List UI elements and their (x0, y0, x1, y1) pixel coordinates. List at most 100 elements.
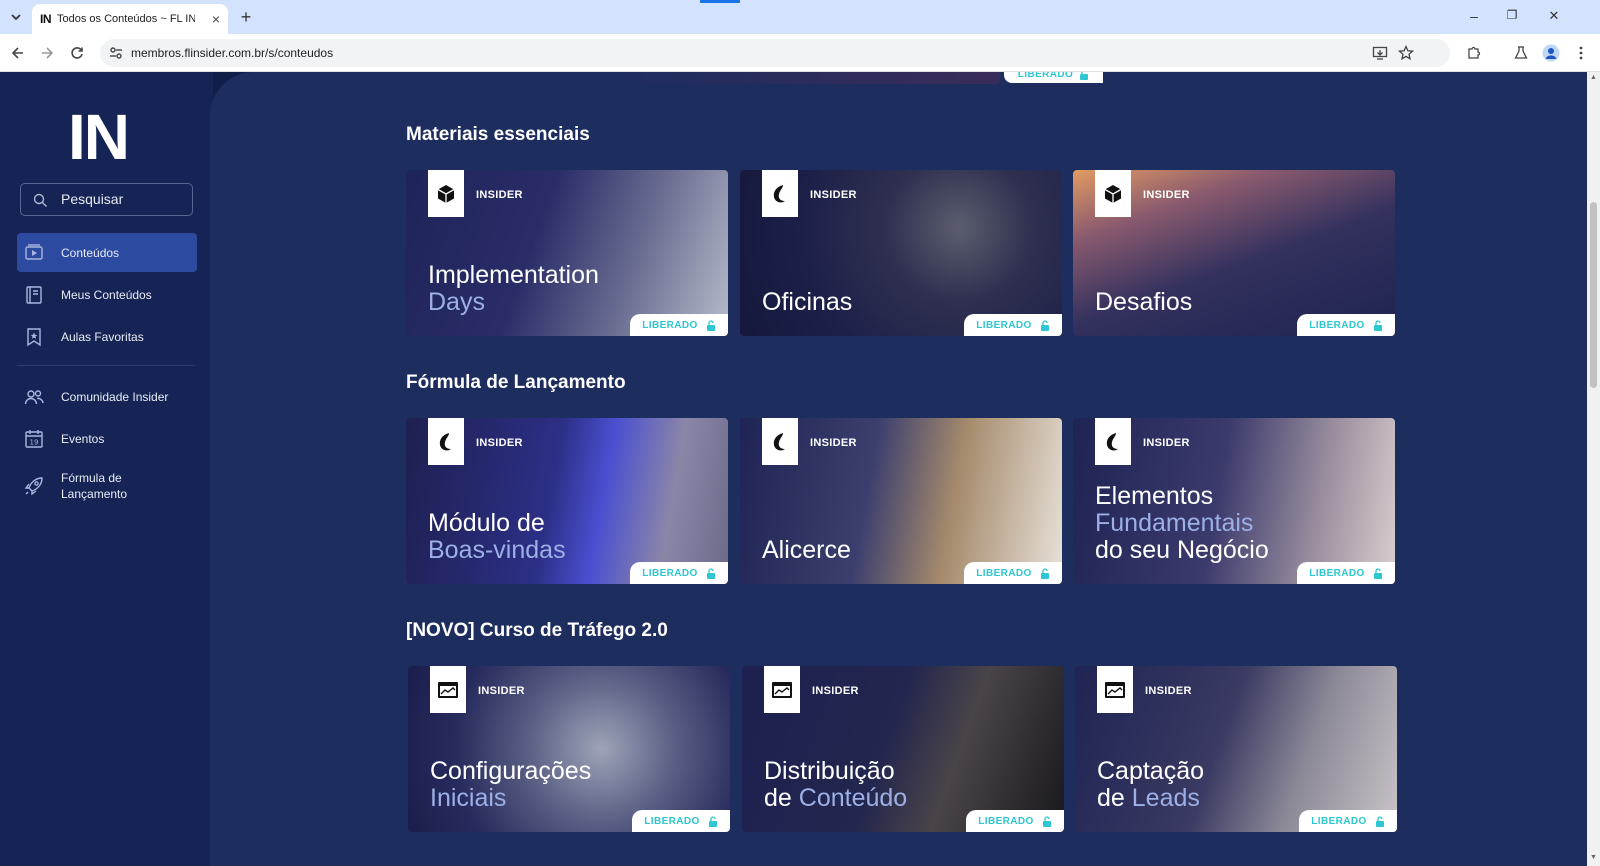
sidebar-item-label: Eventos (61, 431, 105, 446)
card-brand: INSIDER (476, 189, 523, 201)
course-card[interactable]: INSIDER Alicerce LIBERADO (740, 418, 1062, 584)
status-label: LIBERADO (976, 567, 1032, 579)
card-title-line: Implementation (428, 261, 599, 289)
card-title-line: Configurações (430, 757, 592, 785)
browser-chart-icon (1105, 681, 1125, 698)
unlock-icon (1080, 72, 1089, 80)
card-title-text: Leads (1131, 784, 1200, 812)
browser-tab-active[interactable]: IN Todos os Conteúdos ~ FL INSIDER × (32, 4, 228, 34)
course-card[interactable]: INSIDER Elementos Fundamentais do seu Ne… (1073, 418, 1395, 584)
sidebar-item-formula-de-lancamento[interactable]: Fórmula de Lançamento (17, 466, 197, 506)
card-title: Oficinas (762, 289, 852, 316)
play-video-icon (25, 243, 43, 260)
site-info-icon[interactable] (108, 45, 124, 61)
course-card[interactable]: INSIDER Implementation Days LIBERADO (406, 170, 728, 336)
unlock-icon (1375, 815, 1384, 827)
tab-favicon: IN (40, 12, 52, 26)
new-tab-button[interactable]: + (236, 7, 256, 27)
card-title: Módulo de Boas-vindas (428, 510, 566, 564)
flask-icon (1514, 46, 1528, 59)
card-title-line: Distribuição (764, 757, 895, 785)
course-card[interactable]: INSIDER Desafios LIBERADO (1073, 170, 1395, 336)
calendar-day: 19 (30, 438, 39, 446)
sidebar-item-comunidade-insider[interactable]: Comunidade Insider (17, 377, 197, 416)
course-card[interactable]: INSIDER Módulo de Boas-vindas LIBERADO (406, 418, 728, 584)
unlock-icon (708, 815, 717, 827)
course-badge (1095, 170, 1131, 217)
search-icon (33, 193, 47, 207)
status-pill: LIBERADO (964, 562, 1062, 584)
status-label: LIBERADO (1309, 567, 1365, 579)
tab-search-button[interactable] (6, 7, 26, 27)
book-icon (26, 285, 42, 304)
brand-logo[interactable]: IN (68, 105, 130, 169)
sidebar-item-label: Meus Conteúdos (61, 287, 152, 302)
extensions-button[interactable] (1465, 44, 1483, 62)
sidebar-item-label: Comunidade Insider (61, 389, 169, 404)
course-card[interactable]: INSIDER Configurações Iniciais LIBERADO (408, 666, 730, 832)
sidebar-item-label: Aulas Favoritas (61, 329, 144, 344)
card-title-text: Conteúdo (798, 784, 908, 812)
section-title: Fórmula de Lançamento (406, 372, 626, 393)
scroll-up-arrow[interactable]: ▲ (1589, 74, 1598, 83)
card-title-line: Módulo de (428, 509, 545, 537)
address-bar[interactable]: membros.flinsider.com.br/s/conteudos (100, 39, 1450, 67)
more-vertical-icon (1579, 46, 1583, 60)
unlock-icon (1373, 319, 1382, 331)
unlock-icon (1040, 319, 1049, 331)
close-tab-icon[interactable]: × (212, 11, 220, 27)
cube-icon (437, 184, 455, 203)
card-title-line: de Leads (1097, 785, 1204, 812)
course-badge (1095, 418, 1131, 465)
sidebar-item-aulas-favoritas[interactable]: Aulas Favoritas (17, 317, 197, 356)
sidebar-item-conteudos[interactable]: Conteúdos (17, 233, 197, 272)
search-box[interactable] (20, 183, 193, 216)
unlock-icon (1373, 567, 1382, 579)
install-app-icon[interactable] (1372, 45, 1388, 61)
close-window-button[interactable]: ✕ (1544, 8, 1564, 24)
course-badge (428, 170, 464, 217)
card-brand: INSIDER (1143, 437, 1190, 449)
card-title-line: Iniciais (430, 784, 507, 812)
scroll-down-arrow[interactable]: ▼ (1589, 854, 1598, 863)
page-scrollbar[interactable]: ▲ ▼ (1587, 72, 1600, 866)
cube-icon (1104, 184, 1122, 203)
restore-window-button[interactable]: ❐ (1502, 8, 1522, 22)
card-title-line: Alicerce (762, 536, 851, 564)
sidebar-item-eventos[interactable]: 19 Eventos (17, 419, 197, 458)
card-title-line: Captação (1097, 757, 1205, 785)
arrow-right-icon (42, 47, 54, 59)
previous-card-edge[interactable] (610, 72, 1000, 84)
browser-menu-button[interactable] (1572, 44, 1590, 62)
course-badge (1097, 666, 1133, 713)
sidebar-item-meus-conteudos[interactable]: Meus Conteúdos (17, 275, 197, 314)
unlock-icon (706, 319, 715, 331)
status-pill: LIBERADO (630, 314, 728, 336)
status-label: LIBERADO (644, 815, 700, 827)
status-label: LIBERADO (1311, 815, 1367, 827)
bookmark-star-icon[interactable] (1398, 45, 1414, 61)
card-brand: INSIDER (810, 189, 857, 201)
search-input[interactable] (61, 191, 186, 207)
reload-button[interactable] (67, 43, 87, 63)
status-label: LIBERADO (1017, 72, 1074, 80)
back-button[interactable] (8, 43, 28, 63)
scrollbar-thumb[interactable] (1590, 202, 1597, 388)
section-title: [NOVO] Curso de Tráfego 2.0 (406, 620, 668, 641)
card-title: Implementation Days (428, 262, 599, 316)
profile-button[interactable] (1542, 44, 1560, 62)
minimize-window-button[interactable]: – (1464, 8, 1484, 24)
status-label: LIBERADO (1309, 319, 1365, 331)
course-card[interactable]: INSIDER Distribuição de Conteúdo LIBERAD… (742, 666, 1064, 832)
page-loading-bar (700, 0, 740, 3)
course-badge (762, 418, 798, 465)
status-pill: LIBERADO (1297, 562, 1395, 584)
forward-button[interactable] (37, 43, 57, 63)
course-card[interactable]: INSIDER Oficinas LIBERADO (740, 170, 1062, 336)
status-pill: LIBERADO (1297, 314, 1395, 336)
course-card[interactable]: INSIDER Captação de Leads LIBERADO (1075, 666, 1397, 832)
card-title: Captação de Leads (1097, 758, 1204, 812)
card-title-line: Oficinas (762, 288, 853, 316)
labs-button[interactable] (1512, 44, 1530, 62)
status-pill: LIBERADO (1004, 72, 1103, 83)
